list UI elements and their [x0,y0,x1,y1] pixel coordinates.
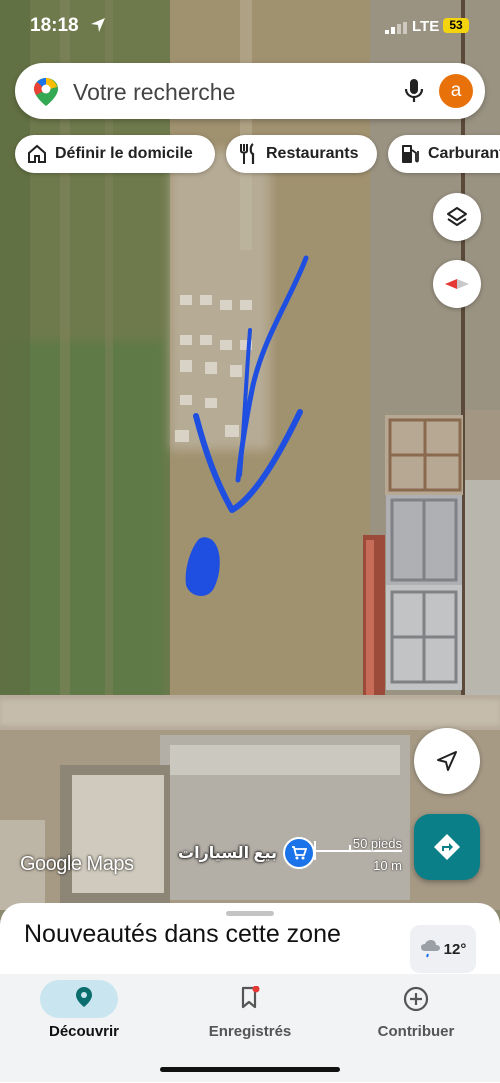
status-bar: 18:18 LTE 53 [0,0,500,54]
navigation-arrow-icon [437,751,457,771]
sheet-title: Nouveautés dans cette zone [24,920,341,948]
sheet-drag-handle[interactable] [226,911,274,916]
scale-metric: 10 m [373,858,402,873]
chip-home[interactable]: Définir le domicile [15,135,215,173]
battery-level: 53 [443,18,469,33]
nav-label: Contribuer [377,1023,455,1040]
cloud-rain-icon [420,940,440,958]
weather-temperature: 12° [443,940,467,958]
add-circle-icon [346,986,486,1012]
chip-home-label: Définir le domicile [55,145,193,162]
bookmark-icon [180,986,320,1010]
microphone-icon[interactable] [403,78,425,109]
nav-label: Découvrir [48,1023,120,1040]
chip-restaurants-label: Restaurants [266,145,359,162]
scale-imperial: 50 pieds [352,836,402,851]
directions-icon [434,834,460,860]
google-maps-watermark: Google Maps [20,853,134,875]
shopping-cart-icon [283,837,315,869]
compass-button[interactable] [433,260,481,308]
search-bar[interactable]: Votre recherche a [15,63,485,119]
chip-restaurants[interactable]: Restaurants [226,135,377,173]
google-maps-logo-icon [33,77,59,112]
home-indicator[interactable] [160,1067,340,1072]
home-icon [28,144,46,163]
nav-item-contribuer[interactable]: Contribuer [346,974,486,1054]
layers-icon [447,207,467,226]
restaurant-icon [240,143,255,164]
weather-badge[interactable]: 12° [410,925,476,973]
location-arrow-icon [90,17,106,38]
fuel-icon [402,145,419,163]
map-scale: 50 pieds 10 m [314,836,404,876]
layers-button[interactable] [433,193,481,241]
my-location-button[interactable] [414,728,480,794]
directions-button[interactable] [414,814,480,880]
location-pin-icon [14,986,154,1008]
network-type: LTE [412,18,440,35]
map-poi-car-sales[interactable]: بيع السيارات [178,837,315,869]
nav-item-decouvrir[interactable]: Découvrir [14,974,154,1054]
chip-fuel[interactable]: Carburant [388,135,500,173]
nav-label: Enregistrés [208,1023,292,1040]
clock: 18:18 [30,15,79,36]
nav-item-enregistres[interactable]: Enregistrés [180,974,320,1054]
compass-icon [445,279,469,289]
chip-fuel-label: Carburant [428,145,500,162]
signal-icon [385,21,407,39]
search-input[interactable]: Votre recherche [73,79,235,106]
bottom-navigation: Découvrir Enregistrés Contribuer [0,974,500,1082]
avatar[interactable]: a [439,74,473,108]
poi-label: بيع السيارات [178,845,277,862]
